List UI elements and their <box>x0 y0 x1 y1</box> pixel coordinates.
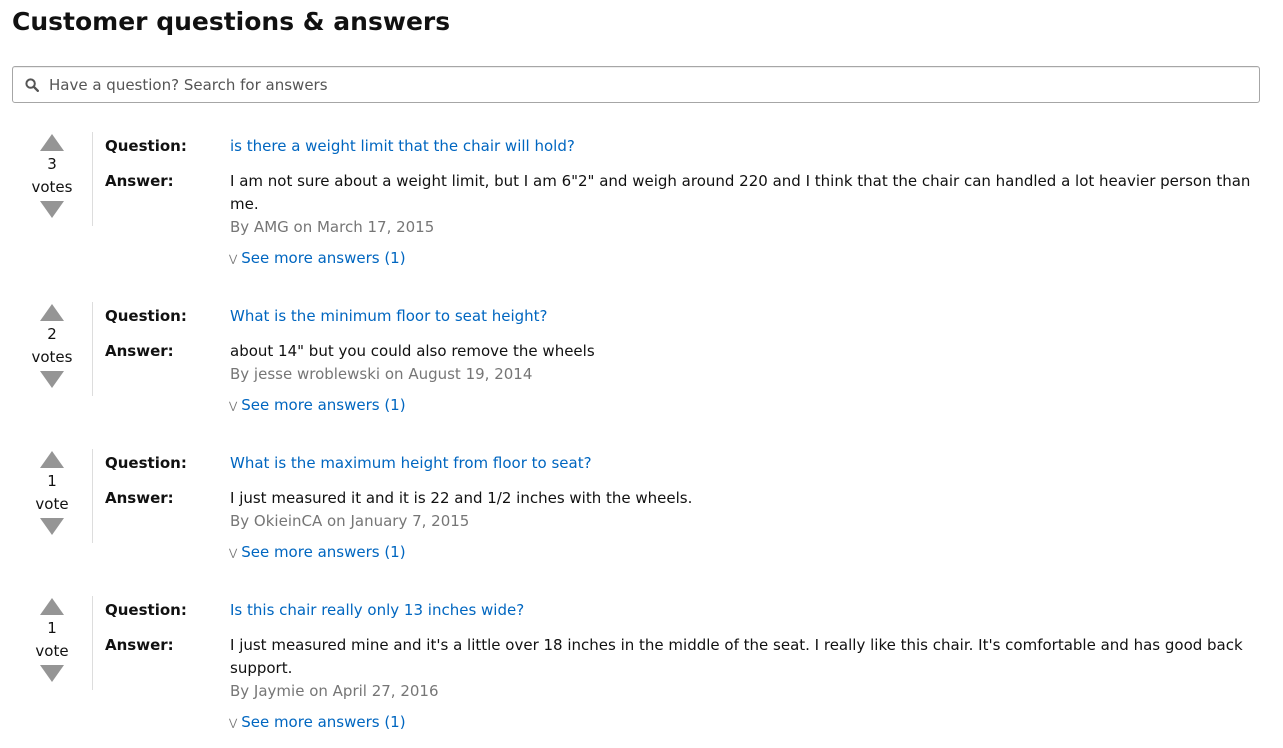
question-label: Question: <box>105 307 187 325</box>
see-more-label: See more answers (1) <box>241 543 406 561</box>
vote-label: votes <box>31 178 73 196</box>
question-label: Question: <box>105 454 187 472</box>
triangle-up-icon[interactable] <box>40 451 64 468</box>
triangle-up-icon[interactable] <box>40 134 64 151</box>
vote-column: 1 vote <box>26 449 78 535</box>
qa-item: 3 votes Question: is there a weight limi… <box>0 132 1283 272</box>
answer-label: Answer: <box>105 489 174 507</box>
question-link[interactable]: What is the minimum floor to seat height… <box>230 305 548 328</box>
vote-divider <box>92 302 93 396</box>
vote-label: vote <box>35 642 69 660</box>
qa-item: 2 votes Question: What is the minimum fl… <box>0 302 1283 422</box>
double-chevron-down-icon: ⋁ <box>229 718 238 729</box>
triangle-down-icon[interactable] <box>40 665 64 682</box>
qa-item: 1 vote Question: What is the maximum hei… <box>0 449 1283 569</box>
see-more-answers-link[interactable]: ⋁ See more answers (1) <box>229 394 406 418</box>
answer-byline: By jesse wroblewski on August 19, 2014 <box>230 365 533 383</box>
answer-text: I just measured it and it is 22 and 1/2 … <box>230 489 693 507</box>
vote-divider <box>92 596 93 690</box>
search-icon <box>25 78 39 92</box>
answer-label: Answer: <box>105 172 174 190</box>
double-chevron-down-icon: ⋁ <box>229 401 238 412</box>
question-label: Question: <box>105 137 187 155</box>
vote-column: 2 votes <box>26 302 78 388</box>
answer-byline: By OkieinCA on January 7, 2015 <box>230 512 470 530</box>
vote-column: 3 votes <box>26 132 78 218</box>
question-link[interactable]: Is this chair really only 13 inches wide… <box>230 599 524 622</box>
triangle-down-icon[interactable] <box>40 201 64 218</box>
answer-text: about 14" but you could also remove the … <box>230 342 595 360</box>
vote-divider <box>92 132 93 226</box>
see-more-answers-link[interactable]: ⋁ See more answers (1) <box>229 711 406 735</box>
vote-count: 1 <box>47 472 57 490</box>
answer-byline: By AMG on March 17, 2015 <box>230 218 435 236</box>
triangle-down-icon[interactable] <box>40 518 64 535</box>
answer-text: I just measured mine and it's a little o… <box>230 636 1243 677</box>
vote-column: 1 vote <box>26 596 78 682</box>
page-title: Customer questions & answers <box>12 7 451 36</box>
triangle-up-icon[interactable] <box>40 598 64 615</box>
see-more-label: See more answers (1) <box>241 249 406 267</box>
see-more-label: See more answers (1) <box>241 396 406 414</box>
vote-label: votes <box>31 348 73 366</box>
double-chevron-down-icon: ⋁ <box>229 548 238 559</box>
see-more-answers-link[interactable]: ⋁ See more answers (1) <box>229 541 406 565</box>
search-box[interactable] <box>12 66 1260 103</box>
see-more-answers-link[interactable]: ⋁ See more answers (1) <box>229 247 406 271</box>
answer-label: Answer: <box>105 342 174 360</box>
answer-label: Answer: <box>105 636 174 654</box>
vote-label: vote <box>35 495 69 513</box>
triangle-up-icon[interactable] <box>40 304 64 321</box>
answer-text: I am not sure about a weight limit, but … <box>230 172 1251 213</box>
vote-count: 1 <box>47 619 57 637</box>
search-input[interactable] <box>49 67 1249 102</box>
answer-byline: By Jaymie on April 27, 2016 <box>230 682 439 700</box>
double-chevron-down-icon: ⋁ <box>229 254 238 265</box>
triangle-down-icon[interactable] <box>40 371 64 388</box>
question-label: Question: <box>105 601 187 619</box>
question-link[interactable]: What is the maximum height from floor to… <box>230 452 592 475</box>
vote-count: 2 <box>47 325 57 343</box>
qa-item: 1 vote Question: Is this chair really on… <box>0 596 1283 736</box>
vote-divider <box>92 449 93 543</box>
see-more-label: See more answers (1) <box>241 713 406 731</box>
question-link[interactable]: is there a weight limit that the chair w… <box>230 135 575 158</box>
vote-count: 3 <box>47 155 57 173</box>
